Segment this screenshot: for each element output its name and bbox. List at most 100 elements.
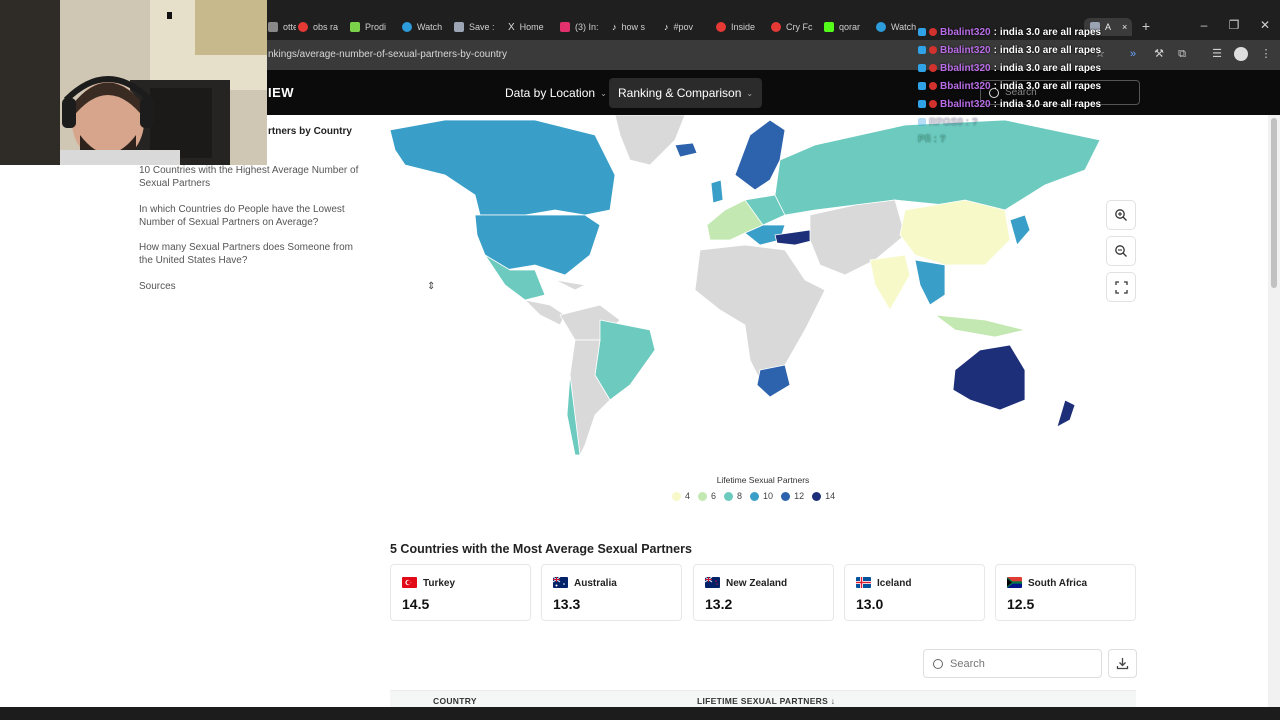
tab-close-icon[interactable]: ×: [1122, 22, 1127, 32]
australia-flag-icon: [553, 577, 568, 588]
legend-item: 4: [672, 491, 690, 501]
maximize-button[interactable]: ❐: [1224, 18, 1244, 32]
chevron-down-icon: ⌄: [746, 88, 754, 98]
zoom-in-button[interactable]: [1106, 200, 1136, 230]
legend-swatch: [781, 491, 791, 501]
close-window-button[interactable]: ✕: [1255, 18, 1275, 32]
search-icon: [933, 658, 943, 669]
zoom-out-icon: [1115, 245, 1127, 257]
legend-label: 6: [711, 491, 717, 501]
map-region: [933, 314, 1026, 338]
legend-item: 10: [750, 491, 773, 501]
tab-label: #pov: [673, 22, 694, 32]
browser-tab[interactable]: Save :: [448, 18, 496, 36]
chat-text: india 3.0 are all rapes: [999, 62, 1102, 74]
chat-text: india 3.0 are all rapes: [999, 44, 1102, 56]
search-placeholder: Search: [950, 657, 985, 670]
chat-username: Bbalint320: [940, 98, 991, 110]
minimize-button[interactable]: –: [1194, 18, 1214, 32]
chat-separator: :: [993, 80, 997, 92]
tab-favicon-icon: [268, 22, 278, 32]
country-card[interactable]: South Africa 12.5: [995, 564, 1136, 621]
badge-icon: [918, 118, 926, 126]
profile-icon[interactable]: [1234, 47, 1248, 61]
country-card[interactable]: New Zealand 13.2: [693, 564, 834, 621]
nav-ranking-comparison[interactable]: Ranking & Comparison ⌄: [609, 78, 763, 108]
puzzle-icon[interactable]: ⧉: [1175, 47, 1189, 61]
column-header-partners[interactable]: LIFETIME SEXUAL PARTNERS ↓: [697, 696, 835, 706]
country-card[interactable]: Australia 13.3: [541, 564, 682, 621]
webcam-overlay: [0, 0, 267, 165]
download-icon: [1116, 658, 1129, 670]
browser-tab[interactable]: Watch: [396, 18, 444, 36]
browser-tab[interactable]: Watch: [870, 18, 918, 36]
browser-tab[interactable]: Inside: [710, 18, 758, 36]
extension-icon[interactable]: ⚒: [1152, 47, 1166, 61]
legend-item: 6: [698, 491, 716, 501]
url-field[interactable]: nkings/average-number-of-sexual-partners…: [268, 49, 507, 60]
legend-swatch: [698, 491, 708, 501]
badge-icon: [929, 64, 937, 72]
world-choropleth-map[interactable]: [385, 115, 1115, 470]
tiktok-icon: ♪: [612, 22, 617, 32]
chat-text: RPGS0 : ?: [929, 116, 978, 128]
iceland-flag-icon: [856, 577, 871, 588]
chat-message: Bbalint320: india 3.0 are all rapes: [918, 79, 1101, 93]
toc-title[interactable]: rtners by Country: [268, 126, 352, 137]
table-search-input[interactable]: Search: [923, 649, 1102, 678]
chat-username: Bbalint320: [940, 26, 991, 38]
card-country: New Zealand: [726, 578, 788, 589]
legend-item: 8: [724, 491, 742, 501]
chat-text: india 3.0 are all rapes: [999, 98, 1102, 110]
map-region: [952, 344, 1026, 411]
tab-label: A: [1105, 22, 1112, 32]
browser-tab[interactable]: obs ra: [292, 18, 340, 36]
tab-label: Prodi: [365, 22, 387, 32]
map-region: [869, 254, 911, 311]
map-region: [674, 142, 698, 158]
legend-label: 10: [763, 491, 774, 501]
zoom-in-icon: [1115, 209, 1127, 221]
browser-tab[interactable]: X Home: [502, 18, 550, 36]
badge-icon: [929, 46, 937, 54]
chat-username: Bbalint320: [940, 44, 991, 56]
toc-link[interactable]: How many Sexual Partners does Someone fr…: [139, 241, 364, 267]
nav-data-by-location[interactable]: Data by Location ⌄: [496, 78, 616, 108]
toc-link[interactable]: 10 Countries with the Highest Average Nu…: [139, 164, 364, 190]
browser-tab[interactable]: (3) In:: [554, 18, 602, 36]
zoom-out-button[interactable]: [1106, 236, 1136, 266]
fullscreen-button[interactable]: [1106, 272, 1136, 302]
map-region: [1056, 399, 1076, 428]
browser-tab[interactable]: ♪ how s: [606, 18, 654, 36]
browser-tab[interactable]: Cry Fc: [765, 18, 813, 36]
card-country: Iceland: [877, 578, 912, 589]
download-button[interactable]: [1108, 649, 1137, 678]
browser-tab[interactable]: qorar: [818, 18, 866, 36]
column-header-country[interactable]: COUNTRY: [433, 696, 477, 706]
country-card[interactable]: Turkey 14.5: [390, 564, 531, 621]
menu-icon[interactable]: ⋮: [1259, 47, 1273, 61]
legend-label: 12: [794, 491, 805, 501]
tab-favicon-icon: [402, 22, 412, 32]
chat-message: Bbalint320: india 3.0 are all rapes: [918, 43, 1101, 57]
chat-username: Bbalint320: [940, 62, 991, 74]
toc-link[interactable]: Sources: [139, 280, 364, 293]
audio-icon[interactable]: »: [1126, 47, 1140, 61]
browser-tab[interactable]: ♪ #pov: [658, 18, 706, 36]
media-icon[interactable]: ☰: [1210, 47, 1224, 61]
map-region: [694, 244, 826, 391]
new-tab-button[interactable]: +: [1137, 18, 1155, 34]
browser-tab[interactable]: Prodi: [344, 18, 392, 36]
badge-icon: [918, 46, 926, 54]
browser-tab[interactable]: otte: [262, 18, 296, 36]
legend-label: 8: [737, 491, 743, 501]
legend-title: Lifetime Sexual Partners: [716, 475, 810, 485]
scrollbar-thumb[interactable]: [1271, 118, 1277, 288]
legend-label: 14: [825, 491, 836, 501]
badge-icon: [918, 64, 926, 72]
nav-label: Ranking & Comparison: [618, 86, 742, 100]
toc-link[interactable]: In which Countries do People have the Lo…: [139, 203, 364, 229]
site-logo[interactable]: IEW: [268, 85, 294, 100]
country-card[interactable]: Iceland 13.0: [844, 564, 985, 621]
card-value: 14.5: [402, 596, 430, 612]
